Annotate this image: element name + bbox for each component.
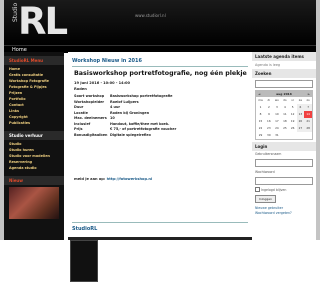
verhuur-menu: Studio Studio huren Studio voor modellen… [4, 140, 64, 172]
signup-prefix: meld je aan op: [74, 177, 106, 181]
right-margin [316, 0, 320, 240]
login-title: Login [252, 142, 316, 151]
workshop-info-table: Soort workshop Basisworkshop portretfotog… [74, 94, 178, 138]
info-value: Digitale splegelreflex [110, 132, 151, 137]
cal-day[interactable]: 4 [281, 104, 289, 111]
cal-day[interactable]: 24 [273, 125, 281, 132]
info-key: Max. deelnemers [74, 116, 107, 120]
cal-day[interactable]: 19 [289, 118, 297, 125]
next-month-icon[interactable]: ► [308, 91, 310, 97]
cal-day [281, 132, 289, 139]
cal-day[interactable]: 1 [256, 104, 265, 111]
calendar-month: aug 2016 [276, 92, 292, 96]
username-field[interactable] [255, 159, 313, 167]
main-menu: Home Gratis consultatie Workshop Fotogra… [4, 65, 64, 127]
right-sidebar: Laatste agenda items Agenda is leeg Zoek… [252, 52, 316, 240]
cal-day[interactable]: 21 [304, 118, 312, 125]
menu-item[interactable]: Publicaties [9, 120, 59, 126]
cal-day[interactable]: 12 [289, 111, 297, 118]
remember-checkbox[interactable] [255, 187, 260, 192]
verhuur-title: Studio verhuur [4, 131, 64, 140]
weekday: zo [306, 98, 310, 102]
cal-day [297, 132, 305, 139]
cal-day[interactable]: 16 [265, 118, 273, 125]
calendar-header: ◄ aug 2016 ► [256, 91, 312, 97]
post-city: Roden [74, 87, 87, 91]
cal-day[interactable]: 20 [296, 118, 305, 125]
divider [72, 66, 248, 67]
forgot-password-link[interactable]: Wachtwoord vergeten? [255, 211, 313, 216]
agenda-title: Laatste agenda items [252, 52, 316, 61]
nieuw-title: Nieuw [4, 176, 64, 185]
section2-title[interactable]: StudioRL [72, 226, 97, 232]
remember-me: Ingelogd blijven [255, 187, 313, 192]
menu-title: StudioRL Menu [4, 56, 64, 65]
signup-line: meld je aan op: http://fotowerkshop.nl [74, 177, 152, 181]
calendar-grid: ma di wo do vr za zo 1234567 8 9 10 11 12 13 14 15 16… [256, 97, 312, 139]
cal-day[interactable]: 28 [304, 125, 312, 132]
weekday: wo [274, 98, 279, 102]
remember-label: Ingelogd blijven [261, 187, 287, 192]
cal-day[interactable]: 29 [256, 132, 265, 139]
account-links: Nieuwe gebruiker Wachtwoord vergeten? [252, 205, 316, 217]
cal-day[interactable]: 8 [256, 111, 265, 118]
cal-day[interactable]: 11 [281, 111, 289, 118]
nieuw-image[interactable] [9, 187, 59, 219]
signup-link[interactable]: http://fotowerkshop.nl [107, 177, 153, 181]
cal-day[interactable]: 18 [281, 118, 289, 125]
info-value: Basisworkshop portretfotografie [110, 94, 173, 98]
verhuur-item[interactable]: Agenda studio [9, 165, 59, 171]
weekday: di [267, 98, 271, 102]
cal-day[interactable]: 26 [289, 125, 297, 132]
cal-day-today[interactable]: 14 [304, 111, 312, 118]
cal-day [289, 132, 297, 139]
weekday: do [283, 98, 287, 102]
cal-day[interactable]: 25 [281, 125, 289, 132]
logo-rl[interactable]: RL [18, 2, 68, 42]
cal-day[interactable]: 27 [296, 125, 305, 132]
post-date: 19 Juni 2016 - 10:00 - 14:00 [74, 81, 131, 85]
site-url: www.studiorl.nl [135, 13, 166, 18]
section-title[interactable]: Workshop Nieuw in 2016 [72, 58, 142, 64]
calendar: ◄ aug 2016 ► ma di wo do vr za zo 1234567 8 9 10… [255, 90, 313, 140]
cal-day[interactable]: 17 [273, 118, 281, 125]
weekday: vr [291, 98, 295, 102]
post-heading: Basisworkshop portretfotografie, nog één… [74, 70, 247, 77]
cal-day [304, 132, 312, 139]
info-key: Bonusdigitaalben [74, 132, 108, 137]
cal-day[interactable]: 13 [296, 111, 305, 118]
cal-day[interactable]: 2 [265, 104, 273, 111]
weekday: za [298, 98, 302, 102]
username-label: Gebruikersnaam [255, 152, 282, 156]
main-content: Workshop Nieuw in 2016 Basisworkshop por… [68, 52, 252, 282]
info-row: Bonusdigitaalben Digitale splegelreflex [74, 133, 178, 139]
studio-thumbnail[interactable] [70, 240, 98, 282]
cal-day[interactable]: 22 [256, 125, 265, 132]
cal-day[interactable]: 15 [256, 118, 265, 125]
password-field[interactable] [255, 177, 313, 185]
weekday: ma [258, 98, 263, 102]
cal-day[interactable]: 7 [304, 104, 312, 111]
site-header: Studio RL www.studiorl.nl [4, 0, 316, 45]
divider [72, 222, 248, 223]
cal-day[interactable]: 9 [265, 111, 273, 118]
cal-day[interactable]: 6 [296, 104, 305, 111]
agenda-empty: Agenda is leeg [255, 63, 281, 67]
search-input[interactable] [255, 80, 313, 88]
login-button[interactable]: Inloggen [255, 195, 277, 203]
cal-day[interactable]: 30 [265, 132, 273, 139]
info-value: € 75,- of portretfotografie voucher [110, 127, 177, 131]
cal-day[interactable]: 10 [273, 111, 281, 118]
cal-day[interactable]: 5 [289, 104, 297, 111]
info-row: Soort workshop Basisworkshop portretfotog… [74, 94, 178, 100]
password-label: Wachtwoord [255, 170, 275, 174]
cal-day[interactable]: 3 [273, 104, 281, 111]
cal-day[interactable]: 31 [273, 132, 281, 139]
prev-month-icon[interactable]: ◄ [258, 91, 260, 97]
left-sidebar: StudioRL Menu Home Gratis consultatie Wo… [4, 52, 64, 240]
cal-day[interactable]: 23 [265, 125, 273, 132]
search-title: Zoeken [252, 69, 316, 78]
